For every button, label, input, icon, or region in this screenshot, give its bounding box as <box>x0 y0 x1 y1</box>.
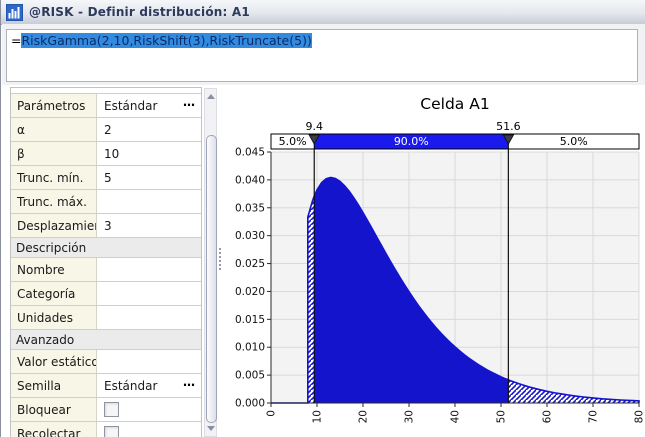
param-label: Unidades <box>11 306 97 329</box>
risk-define-distribution-window: @RISK - Definir distribución: A1 =RiskGa… <box>0 0 645 437</box>
param-value: Estándar <box>104 99 157 113</box>
parameter-panel: ParámetrosEstándar…α2β10Trunc. mín.5Trun… <box>10 87 202 437</box>
band-left-percent: 5.0% <box>279 135 307 148</box>
x-axis-tick-label: 60 <box>542 410 554 423</box>
y-axis-tick-label: 0.045 <box>235 147 265 159</box>
y-axis-tick-label: 0.040 <box>235 174 265 186</box>
param-row: Trunc. mín. 5 <box>11 166 201 190</box>
param-label: Bloquear <box>11 398 97 421</box>
param-row: Valor estático <box>11 350 201 374</box>
param-value: Estándar <box>104 379 157 393</box>
y-axis-tick-label: 0.025 <box>235 258 265 270</box>
param-row: Nombre <box>11 258 201 282</box>
panel-splitter-grip[interactable] <box>219 248 224 270</box>
param-value: 3 <box>104 219 112 233</box>
param-row: α2 <box>11 118 201 142</box>
param-label: Trunc. máx. <box>11 190 97 213</box>
param-value-cell[interactable] <box>97 422 201 437</box>
param-value-cell[interactable]: 3 <box>97 214 201 237</box>
right-delimiter-value: 51.6 <box>496 120 521 133</box>
formula-equals: = <box>11 33 21 48</box>
window-title: @RISK - Definir distribución: A1 <box>29 5 250 19</box>
param-value-cell[interactable]: Estándar … <box>97 94 201 117</box>
param-label: Desplazamiento <box>11 214 97 237</box>
panel-scrollbar[interactable] <box>204 88 217 437</box>
y-axis-tick-label: 0.010 <box>235 342 265 354</box>
param-row: Semilla Estándar … <box>11 374 201 398</box>
left-tail-hatched <box>308 196 314 403</box>
param-value-cell[interactable] <box>97 306 201 329</box>
y-axis-tick-label: 0.030 <box>235 230 265 242</box>
y-axis-tick-label: 0.035 <box>235 202 265 214</box>
param-value-cell[interactable] <box>97 282 201 305</box>
param-row: Parámetros Estándar … <box>11 94 201 118</box>
scroll-up-arrow[interactable] <box>205 90 216 103</box>
section-header-label: Avanzado <box>16 333 74 347</box>
param-label: Nombre <box>11 258 97 281</box>
param-label: α <box>11 118 97 141</box>
param-value-cell[interactable]: 5 <box>97 166 201 189</box>
band-right-percent: 5.0% <box>560 135 588 148</box>
checkbox[interactable] <box>104 402 119 417</box>
checkbox[interactable] <box>104 426 119 437</box>
title-bar[interactable]: @RISK - Definir distribución: A1 <box>1 0 645 25</box>
param-value-cell[interactable] <box>97 350 201 373</box>
y-axis-tick-label: 0.000 <box>235 398 265 410</box>
param-value-cell[interactable] <box>97 398 201 421</box>
param-value-cell[interactable]: Estándar … <box>97 374 201 397</box>
y-axis-tick-label: 0.015 <box>235 314 265 326</box>
param-row: Recolectar <box>11 422 201 437</box>
param-value: 2 <box>104 123 112 137</box>
param-value: 10 <box>104 147 119 161</box>
param-row: Unidades <box>11 306 201 330</box>
param-label: Semilla <box>11 374 97 397</box>
x-axis-tick-label: 30 <box>404 410 416 423</box>
param-label: Categoría <box>11 282 97 305</box>
param-row: Desplazamiento 3 <box>11 214 201 238</box>
y-axis-tick-label: 0.005 <box>235 370 265 382</box>
param-label: Trunc. mín. <box>11 166 97 189</box>
param-value-cell[interactable] <box>97 190 201 213</box>
param-value-cell[interactable]: 2 <box>97 118 201 141</box>
param-row: Trunc. máx. <box>11 190 201 214</box>
ellipsis-button[interactable]: … <box>183 95 196 109</box>
param-row: β 10 <box>11 142 201 166</box>
x-axis-tick-label: 0 <box>266 410 278 417</box>
param-label: Parámetros <box>11 94 97 117</box>
formula-text[interactable]: RiskGamma(2,10,RiskShift(3),RiskTruncate… <box>21 33 311 48</box>
param-row: Categoría <box>11 282 201 306</box>
scroll-thumb[interactable] <box>206 135 217 423</box>
y-axis-tick-label: 0.020 <box>235 286 265 298</box>
ellipsis-button[interactable]: … <box>183 375 196 389</box>
param-label: Valor estático <box>11 350 97 373</box>
risk-app-icon <box>6 4 23 21</box>
param-value-cell[interactable] <box>97 258 201 281</box>
left-delimiter-value: 9.4 <box>305 120 323 133</box>
param-label: β <box>11 142 97 165</box>
chart-title: Celda A1 <box>420 95 489 113</box>
formula-bar[interactable]: =RiskGamma(2,10,RiskShift(3),RiskTruncat… <box>6 29 638 82</box>
x-axis-tick-label: 10 <box>312 410 324 423</box>
section-header-row: Avanzado <box>11 330 201 350</box>
section-header-row: Descripción <box>11 238 201 258</box>
x-axis-tick-label: 80 <box>634 410 645 423</box>
x-axis-tick-label: 40 <box>450 410 462 423</box>
scroll-down-arrow[interactable] <box>205 422 216 435</box>
param-label: Recolectar <box>11 422 97 437</box>
section-header-label: Descripción <box>16 241 86 255</box>
x-axis-tick-label: 50 <box>496 410 508 423</box>
param-row: Bloquear <box>11 398 201 422</box>
x-axis-tick-label: 20 <box>358 410 370 423</box>
x-axis-tick-label: 70 <box>588 410 600 423</box>
param-value: 5 <box>104 171 112 185</box>
distribution-chart: 0.000 0.005 0.010 0.015 0.020 0.025 0.030 0.035… <box>226 85 645 437</box>
param-value-cell[interactable]: 10 <box>97 142 201 165</box>
band-mid-percent: 90.0% <box>394 135 429 148</box>
